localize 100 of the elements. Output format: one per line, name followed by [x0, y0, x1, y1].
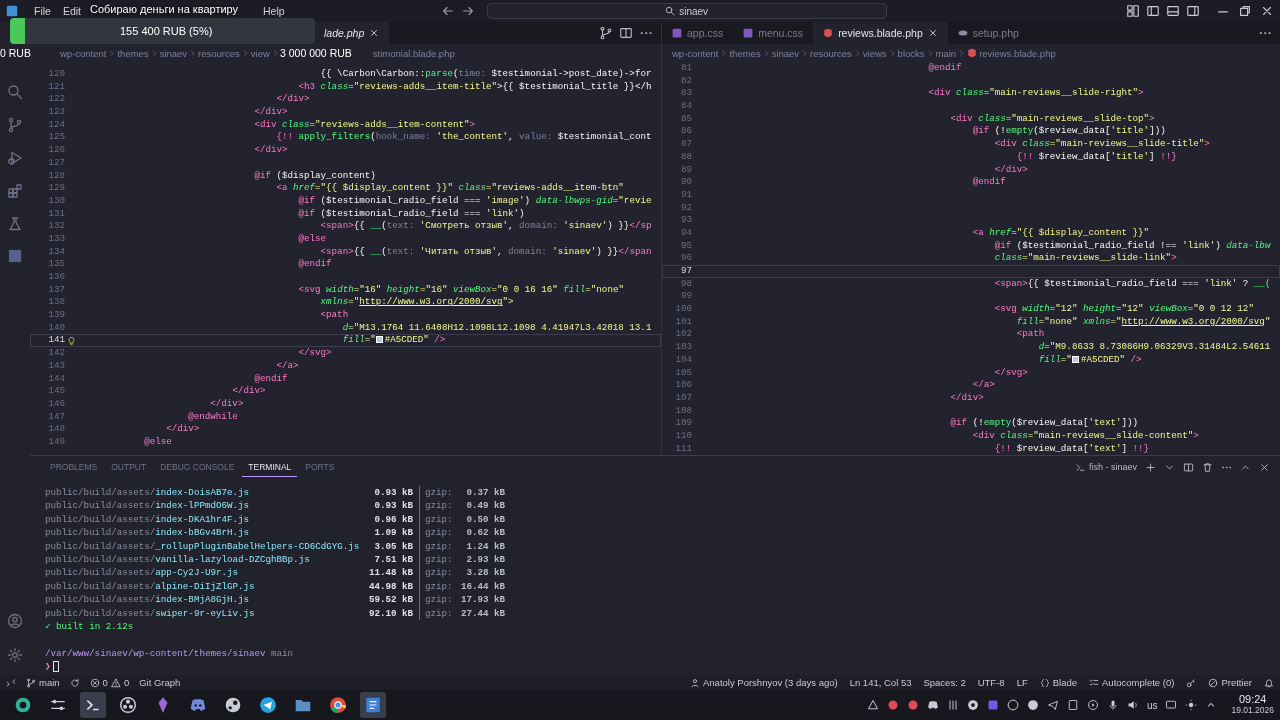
search-field[interactable]: sinaev	[486, 3, 887, 19]
close-icon[interactable]	[1259, 461, 1270, 473]
panel-tab[interactable]: TERMINAL	[242, 457, 298, 477]
extensions-icon[interactable]	[7, 183, 23, 199]
search-icon[interactable]	[7, 84, 23, 100]
taskbar-app-button[interactable]	[80, 692, 106, 718]
clock[interactable]: 09:24 19.01.2026	[1231, 694, 1274, 716]
run-debug-icon[interactable]	[7, 150, 23, 166]
panel-toggle-icon[interactable]	[1166, 4, 1180, 18]
screen-icon[interactable]	[1165, 699, 1178, 711]
square-icon[interactable]	[986, 699, 999, 711]
play-icon[interactable]	[1086, 699, 1099, 711]
forward-arrow-icon[interactable]	[460, 4, 475, 18]
speaker-icon[interactable]	[1126, 699, 1139, 711]
terminal-name[interactable]: fish - sinaev	[1088, 462, 1137, 472]
code-line: xmlns="http://www.w3.org/2000/svg">	[320, 296, 514, 310]
language-indicator[interactable]: Blade	[1039, 677, 1078, 688]
breadcrumb-item[interactable]: sinaev	[159, 47, 188, 59]
new-terminal-icon[interactable]	[1145, 461, 1156, 473]
back-arrow-icon[interactable]	[440, 4, 455, 18]
account-icon[interactable]	[7, 613, 23, 629]
microphone-icon[interactable]	[1106, 699, 1119, 711]
problems-indicator[interactable]: 0 0	[89, 677, 130, 688]
circle-logo-icon[interactable]	[1006, 699, 1019, 711]
encoding-indicator[interactable]: UTF-8	[977, 677, 1005, 688]
split-editor-icon[interactable]	[619, 26, 633, 40]
clipboard-icon[interactable]	[1066, 699, 1079, 711]
breadcrumb-item[interactable]: resources	[810, 47, 852, 59]
triangle-icon[interactable]	[866, 699, 879, 711]
layout-icon[interactable]	[1126, 4, 1140, 18]
breadcrumb-item[interactable]: themes	[729, 47, 761, 59]
compare-icon[interactable]	[599, 26, 613, 40]
line-number: 120	[47, 68, 65, 81]
line-number: 96	[679, 252, 692, 265]
breadcrumb-item[interactable]: view	[250, 47, 270, 59]
breadcrumb-item[interactable]: themes	[117, 47, 149, 59]
autocomplete-indicator[interactable]: Autocomplete (0)	[1089, 677, 1175, 688]
code-line: <a href="{{ $display_content }}"	[972, 226, 1150, 240]
code-line: @if ($testimonial_radio_field === 'image') data-lbwps-gid="revie	[298, 194, 652, 208]
sidebar-toggle-icon[interactable]	[1146, 4, 1160, 18]
record-dot-icon[interactable]	[906, 699, 919, 711]
menu-item[interactable]: Help	[257, 5, 291, 17]
breadcrumb-item[interactable]: views	[862, 47, 887, 59]
code-line: class="main-reviews__slide-link">	[994, 252, 1177, 265]
breadcrumb-item[interactable]: wp-content	[672, 47, 719, 59]
lightbulb-icon[interactable]	[67, 335, 76, 346]
line-number: 141	[47, 334, 65, 348]
code-line: <div class="main-reviews__slide-top">	[950, 112, 1155, 126]
key-icon[interactable]	[1186, 677, 1197, 688]
browser-logo-icon[interactable]	[966, 699, 979, 711]
secondary-sidebar-toggle-icon[interactable]	[1186, 4, 1200, 18]
editor-tab[interactable]: lade.php	[314, 22, 390, 44]
file-path: public/build/assets/_rollupPluginBabelHelpers-CD6CdGYG.js	[45, 539, 361, 554]
breadcrumb-item[interactable]: wp-content	[60, 47, 107, 59]
sliders-icon[interactable]	[946, 699, 959, 711]
breadcrumb-item[interactable]: blocks	[897, 47, 925, 59]
paper-plane-icon[interactable]	[1046, 699, 1059, 711]
indentation-indicator[interactable]: Spaces: 2	[923, 677, 966, 688]
gzip-size: 2.93 kB	[466, 553, 505, 567]
bell-icon[interactable]	[1264, 677, 1274, 688]
gamepad-face-icon[interactable]	[926, 699, 939, 711]
settings-icon[interactable]	[7, 647, 23, 663]
split-terminal-icon[interactable]	[1183, 461, 1194, 473]
cursor-position[interactable]: Ln 141, Col 53	[849, 677, 912, 688]
warning-icon	[110, 677, 121, 688]
chevron-icon	[150, 49, 158, 57]
line-ending-indicator[interactable]: LF	[1016, 677, 1028, 688]
breadcrumb-item[interactable]: main	[935, 47, 957, 59]
blame-indicator[interactable]: Anatoly Porshnyov (3 days ago)	[690, 677, 838, 688]
flask-icon[interactable]	[7, 216, 23, 232]
gzip-label: gzip:	[425, 526, 453, 540]
code-line: {!! $review_data['text'] !!}	[994, 442, 1150, 455]
close-icon[interactable]	[369, 28, 380, 38]
record-dot-icon[interactable]	[886, 699, 899, 711]
breadcrumb-item[interactable]: stimonial.blade.php	[372, 47, 455, 59]
source-control-icon[interactable]	[7, 117, 23, 133]
taskbar-app-button[interactable]	[360, 692, 386, 718]
sun-icon[interactable]	[1185, 699, 1198, 711]
restore-icon[interactable]	[1238, 4, 1252, 18]
breadcrumb-item[interactable]: sinaev	[771, 47, 800, 59]
trash-icon[interactable]	[1202, 461, 1213, 473]
keyboard-layout[interactable]: us	[1146, 699, 1158, 711]
browser-logo-icon	[329, 696, 347, 714]
menu-item[interactable]: File	[28, 5, 57, 17]
prettier-indicator[interactable]: Prettier	[1208, 677, 1252, 688]
breadcrumb-item[interactable]: reviews.blade.php	[979, 47, 1056, 59]
menu-item[interactable]: Edit	[56, 5, 87, 17]
close-icon[interactable]	[1260, 4, 1274, 18]
square-icon[interactable]	[8, 249, 22, 263]
remote-icon[interactable]	[6, 677, 16, 688]
chevron-icon	[108, 49, 116, 57]
sync-icon[interactable]	[69, 677, 80, 688]
git-graph-button[interactable]: Git Graph	[139, 677, 181, 688]
line-number: 137	[47, 283, 65, 297]
file-path: public/build/assets/index-DoisAB7e.js	[45, 486, 250, 500]
close-icon[interactable]	[927, 28, 938, 38]
breadcrumb-item[interactable]: resources	[198, 47, 240, 59]
editor-tab[interactable]: reviews.blade.php	[813, 22, 948, 44]
line-number: 109	[674, 417, 692, 430]
branch-indicator[interactable]: main	[26, 677, 60, 688]
